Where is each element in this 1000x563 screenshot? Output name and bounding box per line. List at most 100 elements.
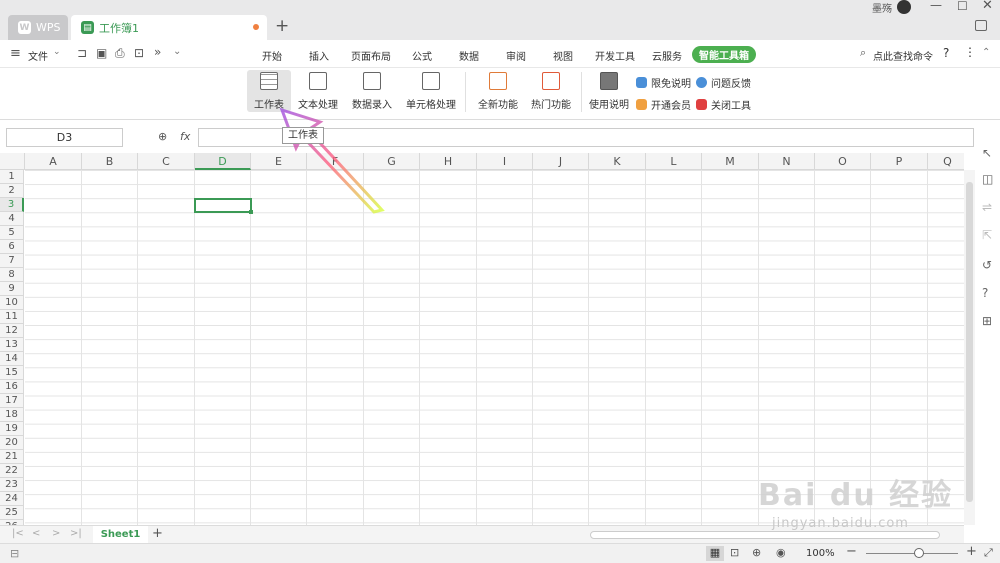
row-header[interactable]: 24 bbox=[0, 492, 24, 506]
column-header[interactable]: Q bbox=[928, 153, 964, 170]
row-header[interactable]: 19 bbox=[0, 422, 24, 436]
menu-item-start[interactable]: 开始 bbox=[262, 48, 282, 63]
row-header[interactable]: 16 bbox=[0, 380, 24, 394]
help-circle-icon[interactable]: ? bbox=[982, 286, 988, 300]
customize-icon[interactable]: ⌄ bbox=[173, 46, 181, 57]
select-all-corner[interactable] bbox=[0, 153, 25, 170]
new-tab-button[interactable]: + bbox=[275, 16, 289, 36]
open-folder-icon[interactable]: ⊐ bbox=[77, 46, 87, 60]
close-tools-link[interactable]: 关闭工具 bbox=[696, 97, 751, 112]
print-preview-icon[interactable]: ⊡ bbox=[134, 46, 144, 60]
zoom-out-button[interactable]: − bbox=[846, 544, 857, 559]
column-header[interactable]: A bbox=[25, 153, 82, 170]
eye-protection-icon[interactable]: ◉ bbox=[776, 546, 786, 559]
row-header[interactable]: 12 bbox=[0, 324, 24, 338]
column-header[interactable]: P bbox=[871, 153, 928, 170]
row-header[interactable]: 22 bbox=[0, 464, 24, 478]
page-break-view-icon[interactable]: ⊡ bbox=[730, 546, 739, 559]
menu-item-view[interactable]: 视图 bbox=[553, 48, 573, 63]
panel-toggle-icon[interactable] bbox=[975, 20, 987, 31]
column-header[interactable]: D bbox=[195, 153, 251, 170]
row-header[interactable]: 9 bbox=[0, 282, 24, 296]
select-pointer-icon[interactable]: ↖ bbox=[982, 146, 992, 160]
row-header[interactable]: 25 bbox=[0, 506, 24, 520]
adjust-icon[interactable]: ⇌ bbox=[982, 200, 992, 214]
row-header[interactable]: 3 bbox=[0, 198, 24, 212]
menu-item-cloud[interactable]: 云服务 bbox=[652, 48, 682, 63]
selected-cell[interactable] bbox=[194, 198, 252, 213]
horizontal-scrollbar[interactable] bbox=[590, 531, 940, 539]
close-icon[interactable]: ✕ bbox=[982, 0, 993, 13]
zoom-slider-handle[interactable] bbox=[914, 548, 924, 558]
normal-view-icon[interactable]: ▦ bbox=[706, 546, 724, 561]
help-icon[interactable]: ? bbox=[943, 46, 949, 60]
fill-handle[interactable] bbox=[249, 210, 253, 214]
first-sheet-icon[interactable]: |< bbox=[12, 528, 24, 539]
tab-workbook[interactable]: ▤ 工作簿1 bbox=[71, 15, 267, 40]
row-header[interactable]: 13 bbox=[0, 338, 24, 352]
user-name[interactable]: 墨殇 bbox=[872, 0, 892, 15]
row-header[interactable]: 10 bbox=[0, 296, 24, 310]
column-header[interactable]: L bbox=[646, 153, 702, 170]
maximize-icon[interactable]: ☐ bbox=[957, 0, 968, 13]
menu-item-formula[interactable]: 公式 bbox=[412, 48, 432, 63]
cell-processing-button[interactable]: 单元格处理 bbox=[402, 70, 460, 112]
new-features-button[interactable]: 全新功能 bbox=[474, 70, 522, 112]
fx-icon[interactable]: fx bbox=[180, 130, 190, 143]
row-header[interactable]: 21 bbox=[0, 450, 24, 464]
row-header[interactable]: 20 bbox=[0, 436, 24, 450]
feedback-link[interactable]: 问题反馈 bbox=[696, 75, 751, 90]
tab-wps[interactable]: W WPS bbox=[8, 15, 68, 40]
menu-item-review[interactable]: 审阅 bbox=[506, 48, 526, 63]
row-header[interactable]: 4 bbox=[0, 212, 24, 226]
collapse-ribbon-icon[interactable]: ⌃ bbox=[982, 47, 990, 58]
menu-item-smart-toolbox[interactable]: 智能工具箱 bbox=[692, 46, 756, 63]
add-sheet-button[interactable]: + bbox=[152, 526, 163, 541]
row-header[interactable]: 14 bbox=[0, 352, 24, 366]
file-menu[interactable]: 文件 bbox=[28, 48, 48, 63]
hamburger-icon[interactable]: ≡ bbox=[10, 46, 21, 61]
column-header[interactable]: J bbox=[533, 153, 589, 170]
column-header[interactable]: B bbox=[82, 153, 138, 170]
row-header[interactable]: 17 bbox=[0, 394, 24, 408]
row-header[interactable]: 18 bbox=[0, 408, 24, 422]
zoom-slider[interactable] bbox=[866, 553, 958, 554]
zoom-level[interactable]: 100% bbox=[806, 548, 835, 559]
apps-grid-icon[interactable]: ⊞ bbox=[982, 314, 992, 328]
next-sheet-icon[interactable]: > bbox=[52, 528, 60, 539]
column-header[interactable]: N bbox=[759, 153, 815, 170]
save-icon[interactable]: ▣ bbox=[96, 46, 107, 60]
row-header[interactable]: 23 bbox=[0, 478, 24, 492]
name-box[interactable]: D3 bbox=[6, 128, 123, 147]
scroll-thumb[interactable] bbox=[966, 182, 973, 502]
sheet-tab[interactable]: Sheet1 bbox=[93, 526, 148, 543]
avatar[interactable] bbox=[897, 0, 911, 14]
column-header[interactable]: I bbox=[477, 153, 533, 170]
prev-sheet-icon[interactable]: < bbox=[32, 528, 40, 539]
more-vertical-icon[interactable]: ⋮ bbox=[964, 45, 976, 59]
free-trial-link[interactable]: 限免说明 bbox=[636, 75, 691, 90]
column-header[interactable]: C bbox=[138, 153, 195, 170]
menu-item-page-layout[interactable]: 页面布局 bbox=[351, 48, 391, 63]
vertical-scrollbar[interactable] bbox=[964, 170, 975, 525]
hot-features-button[interactable]: 热门功能 bbox=[527, 70, 575, 112]
minimize-icon[interactable]: — bbox=[930, 0, 942, 12]
chevron-down-icon[interactable]: ⌄ bbox=[53, 47, 61, 57]
row-header[interactable]: 7 bbox=[0, 254, 24, 268]
row-header[interactable]: 8 bbox=[0, 268, 24, 282]
row-header[interactable]: 2 bbox=[0, 184, 24, 198]
command-search[interactable]: 点此查找命令 bbox=[873, 48, 933, 63]
menu-item-developer[interactable]: 开发工具 bbox=[595, 48, 635, 63]
row-header[interactable]: 1 bbox=[0, 170, 24, 184]
row-header[interactable]: 15 bbox=[0, 366, 24, 380]
column-header[interactable]: O bbox=[815, 153, 871, 170]
row-header[interactable]: 5 bbox=[0, 226, 24, 240]
row-header[interactable]: 6 bbox=[0, 240, 24, 254]
column-header[interactable]: M bbox=[702, 153, 759, 170]
menu-item-data[interactable]: 数据 bbox=[459, 48, 479, 63]
fullscreen-icon[interactable]: ⤢ bbox=[984, 546, 993, 560]
membership-link[interactable]: 开通会员 bbox=[636, 97, 691, 112]
search-icon[interactable]: ⌕ bbox=[860, 46, 866, 60]
row-header[interactable]: 11 bbox=[0, 310, 24, 324]
zoom-search-icon[interactable]: ⊕ bbox=[158, 130, 167, 143]
